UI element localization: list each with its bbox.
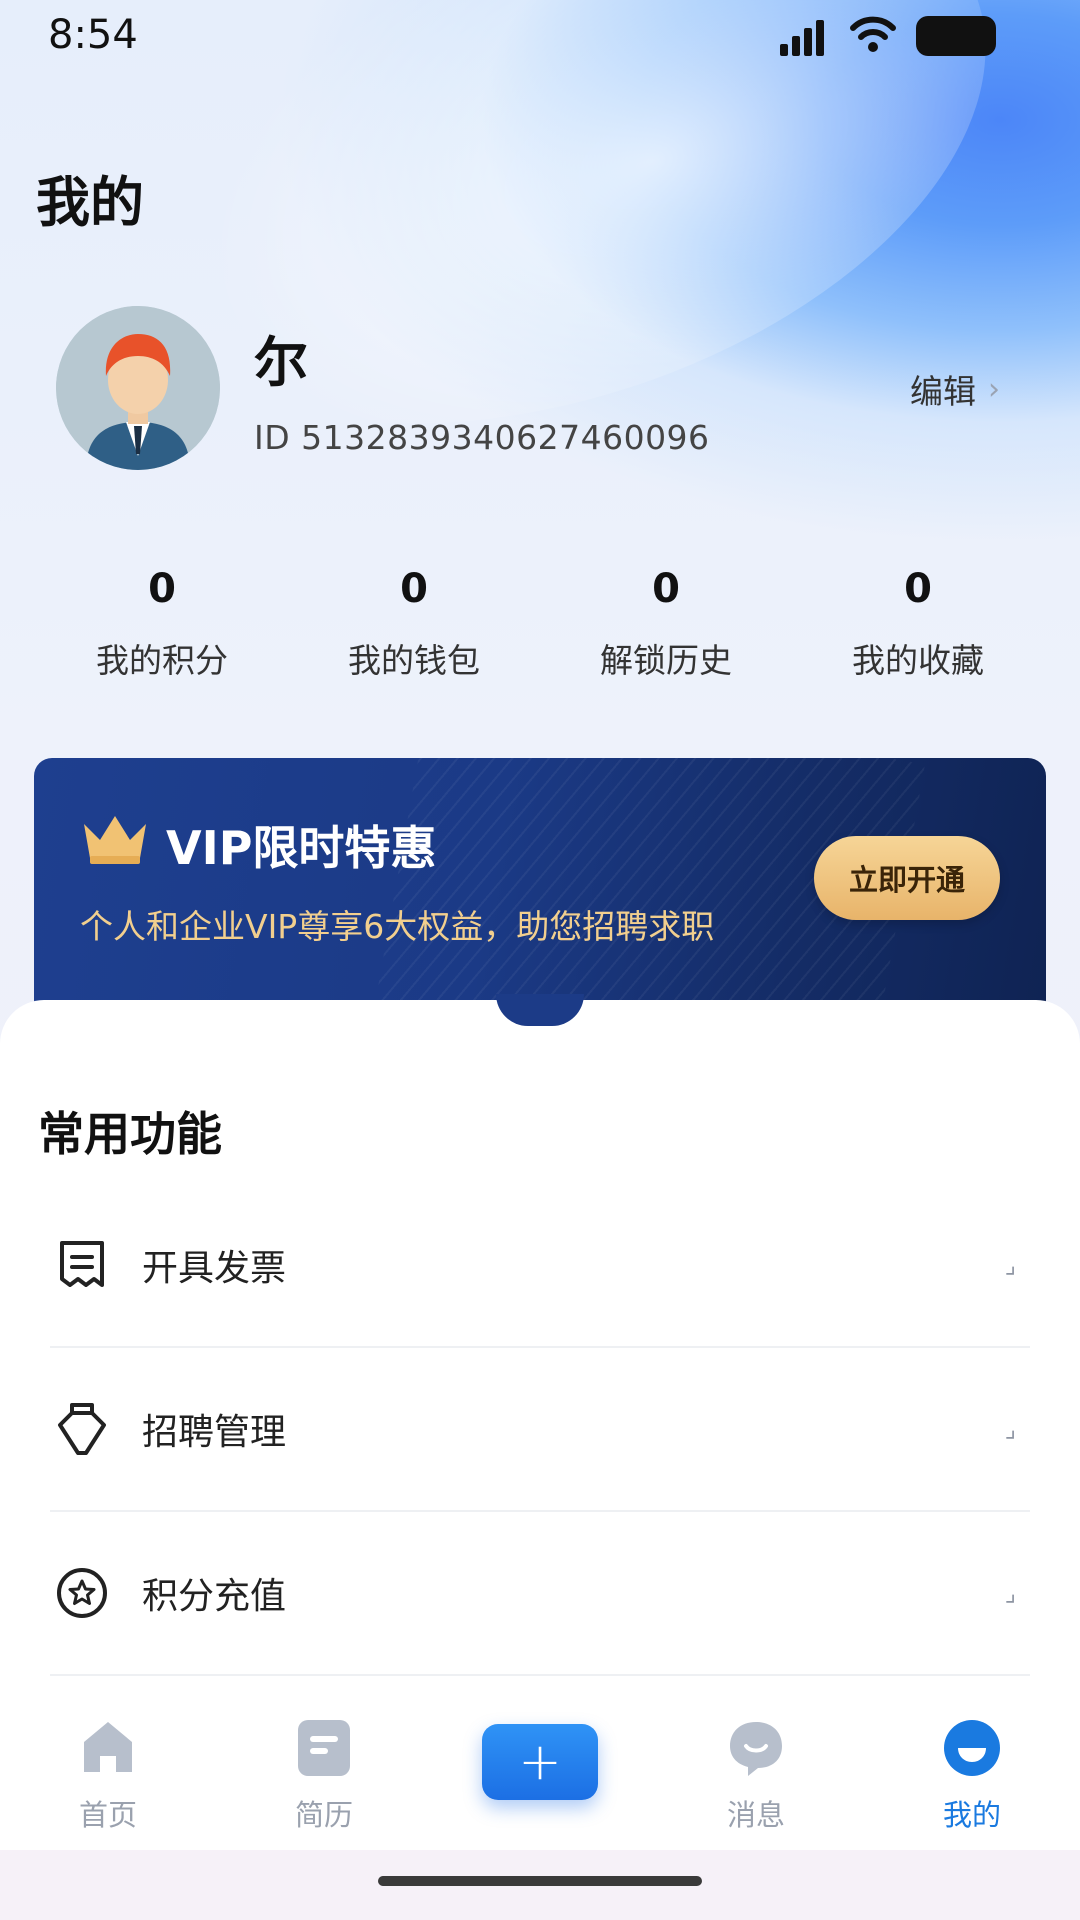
edit-label: 编辑 xyxy=(910,372,976,411)
stat-value: 0 xyxy=(400,566,428,612)
stats-row: 0 我的积分 0 我的钱包 0 解锁历史 0 我的收藏 xyxy=(0,566,1080,696)
vip-activate-button[interactable]: 立即开通 xyxy=(814,836,1000,920)
battery-icon xyxy=(916,16,996,56)
stat-wallet[interactable]: 0 我的钱包 xyxy=(304,566,524,696)
page-title: 我的 xyxy=(36,171,144,234)
user-id: ID 5132839340627460096 xyxy=(254,418,710,457)
edit-profile-button[interactable]: 编辑 › xyxy=(910,366,1000,412)
stat-label: 我的钱包 xyxy=(348,641,480,680)
status-bar: 8:54 xyxy=(0,0,1080,72)
username: 尔 xyxy=(254,331,308,394)
menu-item-recruitment[interactable]: 招聘管理 ⌟ xyxy=(50,1348,1030,1512)
add-button[interactable]: + xyxy=(482,1724,598,1800)
nav-label: 简历 xyxy=(294,1798,353,1832)
menu-label: 开具发票 xyxy=(142,1248,287,1289)
nav-resume[interactable]: 简历 xyxy=(254,1718,394,1834)
avatar-illustration-icon xyxy=(56,306,220,470)
home-indicator xyxy=(378,1876,702,1886)
status-time: 8:54 xyxy=(48,12,138,58)
message-icon xyxy=(730,1722,782,1776)
stat-points[interactable]: 0 我的积分 xyxy=(52,566,272,696)
menu-label: 积分充值 xyxy=(142,1576,287,1617)
briefcase-tie-icon xyxy=(52,1399,112,1459)
menu-item-invoice[interactable]: 开具发票 ⌟ xyxy=(50,1184,1030,1348)
nav-label: 我的 xyxy=(942,1798,1001,1832)
nav-messages[interactable]: 消息 xyxy=(686,1718,826,1834)
signal-icon xyxy=(780,20,836,56)
wifi-icon xyxy=(850,16,896,52)
menu-item-points-recharge[interactable]: 积分充值 ⌟ xyxy=(50,1512,1030,1676)
stat-label: 我的收藏 xyxy=(852,641,984,680)
nav-profile[interactable]: 我的 xyxy=(902,1718,1042,1834)
arrow-icon: ⌟ xyxy=(1004,1415,1016,1443)
menu-label: 招聘管理 xyxy=(142,1412,287,1453)
arrow-icon: ⌟ xyxy=(1004,1251,1016,1279)
stat-value: 0 xyxy=(904,566,932,612)
avatar[interactable] xyxy=(56,306,220,470)
stat-value: 0 xyxy=(652,566,680,612)
vip-title: VIP限时特惠 xyxy=(166,821,437,875)
stat-label: 我的积分 xyxy=(96,641,228,680)
nav-label: 消息 xyxy=(726,1798,785,1832)
receipt-icon xyxy=(52,1235,112,1295)
crown-icon xyxy=(84,816,146,864)
arrow-icon: ⌟ xyxy=(1004,1579,1016,1607)
stat-favorites[interactable]: 0 我的收藏 xyxy=(808,566,1028,696)
stat-unlock-history[interactable]: 0 解锁历史 xyxy=(556,566,776,696)
points-coin-icon xyxy=(52,1563,112,1623)
profile-icon xyxy=(944,1720,1000,1776)
stat-label: 解锁历史 xyxy=(600,641,732,680)
home-icon xyxy=(84,1722,132,1772)
page: 8:54 我的 尔 ID 5132839340627460096 编辑 › 0 … xyxy=(0,0,1080,1920)
section-title: 常用功能 xyxy=(38,1107,222,1161)
resume-icon xyxy=(298,1720,350,1776)
vip-subtitle: 个人和企业VIP尊享6大权益，助您招聘求职 xyxy=(80,907,715,946)
nav-label: 首页 xyxy=(78,1798,137,1832)
stat-value: 0 xyxy=(148,566,176,612)
chevron-right-icon: › xyxy=(988,371,1000,407)
nav-home[interactable]: 首页 xyxy=(38,1718,178,1834)
